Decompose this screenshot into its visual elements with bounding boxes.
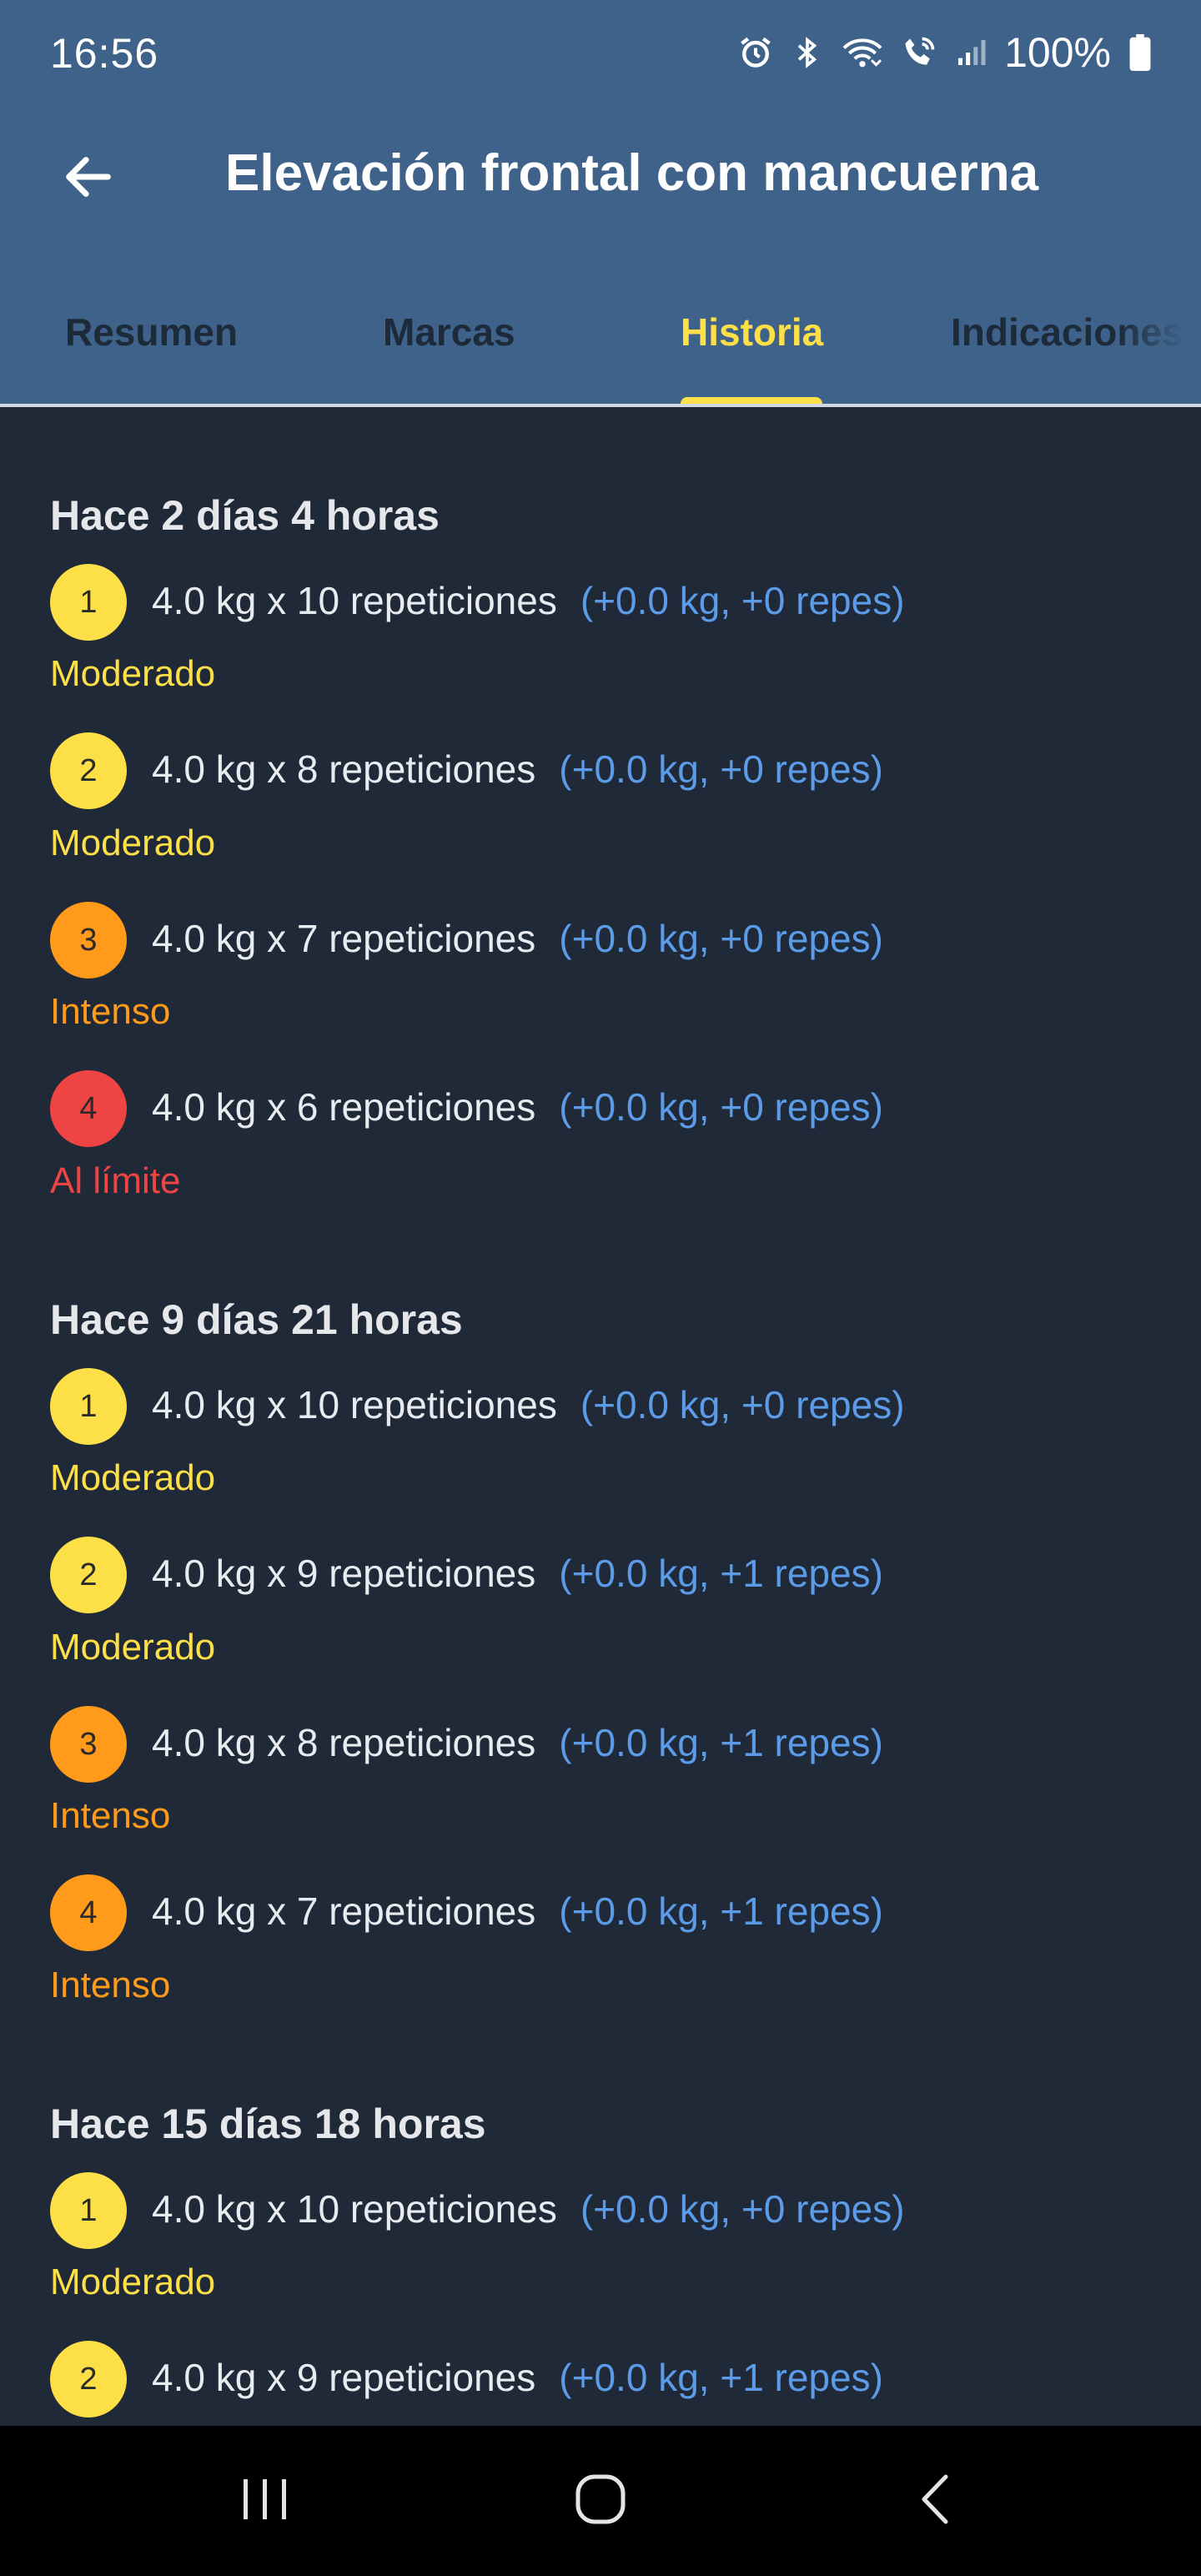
battery-icon: [1128, 33, 1153, 72]
set-text: 4.0 kg x 10 repeticiones (+0.0 kg, +0 rep…: [152, 1380, 905, 1430]
set-number-badge: 2: [50, 732, 127, 809]
set-delta: (+0.0 kg, +0 repes): [580, 579, 905, 622]
set-weight-reps: 4.0 kg x 9 repeticiones: [152, 1552, 536, 1595]
set-weight-reps: 4.0 kg x 7 repeticiones: [152, 1889, 536, 1933]
set-row: 3 4.0 kg x 7 repeticiones (+0.0 kg, +0 re…: [0, 902, 1201, 979]
set-weight-reps: 4.0 kg x 8 repeticiones: [152, 1721, 536, 1764]
set-row: 2 4.0 kg x 9 repeticiones (+0.0 kg, +1 re…: [0, 2341, 1201, 2418]
set-row: 1 4.0 kg x 10 repeticiones (+0.0 kg, +0 r…: [0, 2172, 1201, 2249]
status-bar: 16:56 100%: [0, 0, 1201, 105]
set-row: 1 4.0 kg x 10 repeticiones (+0.0 kg, +0 r…: [0, 564, 1201, 641]
battery-percent: 100%: [1004, 29, 1111, 76]
home-button[interactable]: [550, 2459, 651, 2543]
set-weight-reps: 4.0 kg x 8 repeticiones: [152, 747, 536, 791]
set-delta: (+0.0 kg, +1 repes): [559, 1889, 883, 1933]
set-number-badge: 4: [50, 1070, 127, 1147]
app-bar: Elevación frontal con mancuerna: [0, 105, 1201, 239]
set-text: 4.0 kg x 7 repeticiones (+0.0 kg, +1 repe…: [152, 1886, 883, 1936]
set-text: 4.0 kg x 8 repeticiones (+0.0 kg, +0 repe…: [152, 744, 883, 794]
set-effort: Intenso: [50, 1965, 171, 2005]
set-delta: (+0.0 kg, +0 repes): [580, 2187, 905, 2231]
status-icons: 100%: [737, 25, 1153, 80]
set-text: 4.0 kg x 7 repeticiones (+0.0 kg, +0 repe…: [152, 913, 883, 963]
tab-resumen[interactable]: Resumen: [65, 307, 238, 357]
set-number-badge: 1: [50, 564, 127, 641]
session-title: Hace 15 días 18 horas: [50, 2101, 486, 2147]
set-row: 3 4.0 kg x 8 repeticiones (+0.0 kg, +1 re…: [0, 1706, 1201, 1783]
wifi-icon: [841, 34, 884, 71]
session-title: Hace 9 días 21 horas: [50, 1296, 463, 1343]
set-text: 4.0 kg x 10 repeticiones (+0.0 kg, +0 rep…: [152, 576, 905, 626]
set-weight-reps: 4.0 kg x 10 repeticiones: [152, 1383, 557, 1426]
back-nav-button[interactable]: [886, 2459, 986, 2543]
set-delta: (+0.0 kg, +1 repes): [559, 1552, 883, 1595]
set-number-badge: 4: [50, 1874, 127, 1951]
bluetooth-icon: [791, 34, 824, 71]
tab-bar: Resumen Marcas Historia Indicaciones: [0, 284, 1201, 407]
arrow-back-icon: [59, 148, 118, 210]
system-nav-bar: [0, 2426, 1201, 2576]
set-number-badge: 3: [50, 1706, 127, 1783]
set-effort: Intenso: [50, 991, 171, 1032]
set-row: 2 4.0 kg x 9 repeticiones (+0.0 kg, +1 re…: [0, 1537, 1201, 1613]
set-text: 4.0 kg x 8 repeticiones (+0.0 kg, +1 repe…: [152, 1718, 883, 1768]
header: 16:56 100% Elevación frontal con mancuer…: [0, 0, 1201, 407]
set-effort: Moderado: [50, 2262, 216, 2302]
recent-apps-icon: [236, 2474, 294, 2528]
set-number-badge: 2: [50, 2341, 127, 2418]
set-effort: Intenso: [50, 1795, 171, 1836]
back-nav-icon: [911, 2470, 961, 2533]
set-number-badge: 3: [50, 902, 127, 979]
set-delta: (+0.0 kg, +0 repes): [580, 1383, 905, 1426]
signal-icon: [954, 34, 987, 71]
set-effort: Moderado: [50, 1457, 216, 1498]
page-title: Elevación frontal con mancuerna: [225, 144, 1039, 202]
set-number-badge: 1: [50, 2172, 127, 2249]
set-text: 4.0 kg x 9 repeticiones (+0.0 kg, +1 repe…: [152, 1548, 883, 1598]
home-icon: [571, 2470, 630, 2533]
set-weight-reps: 4.0 kg x 9 repeticiones: [152, 2356, 536, 2399]
set-effort: Al límite: [50, 1160, 181, 1201]
set-delta: (+0.0 kg, +1 repes): [559, 1721, 883, 1764]
set-effort: Moderado: [50, 1627, 216, 1668]
set-row: 4 4.0 kg x 6 repeticiones (+0.0 kg, +0 re…: [0, 1070, 1201, 1147]
set-delta: (+0.0 kg, +1 repes): [559, 2356, 883, 2399]
status-time: 16:56: [50, 30, 159, 77]
wifi-calling-icon: [901, 34, 937, 71]
set-effort: Moderado: [50, 823, 216, 863]
set-delta: (+0.0 kg, +0 repes): [559, 747, 883, 791]
set-row: 4 4.0 kg x 7 repeticiones (+0.0 kg, +1 re…: [0, 1874, 1201, 1951]
history-list[interactable]: Hace 2 días 4 horas 1 4.0 kg x 10 repeti…: [0, 407, 1201, 2426]
set-weight-reps: 4.0 kg x 10 repeticiones: [152, 579, 557, 622]
set-row: 1 4.0 kg x 10 repeticiones (+0.0 kg, +0 r…: [0, 1368, 1201, 1445]
app-screen: 16:56 100% Elevación frontal con mancuer…: [0, 0, 1201, 2576]
set-row: 2 4.0 kg x 8 repeticiones (+0.0 kg, +0 re…: [0, 732, 1201, 809]
set-text: 4.0 kg x 10 repeticiones (+0.0 kg, +0 rep…: [152, 2184, 905, 2234]
set-text: 4.0 kg x 9 repeticiones (+0.0 kg, +1 repe…: [152, 2352, 883, 2402]
set-delta: (+0.0 kg, +0 repes): [559, 917, 883, 960]
tab-overflow-fade: [1118, 284, 1201, 392]
set-weight-reps: 4.0 kg x 10 repeticiones: [152, 2187, 557, 2231]
set-effort: Moderado: [50, 653, 216, 694]
set-number-badge: 1: [50, 1368, 127, 1445]
set-weight-reps: 4.0 kg x 7 repeticiones: [152, 917, 536, 960]
set-weight-reps: 4.0 kg x 6 repeticiones: [152, 1085, 536, 1129]
tab-historia[interactable]: Historia: [681, 307, 823, 357]
alarm-icon: [737, 34, 774, 71]
session-title: Hace 2 días 4 horas: [50, 492, 440, 539]
tab-marcas[interactable]: Marcas: [383, 307, 515, 357]
set-text: 4.0 kg x 6 repeticiones (+0.0 kg, +0 repe…: [152, 1082, 883, 1132]
back-button[interactable]: [48, 138, 128, 219]
set-number-badge: 2: [50, 1537, 127, 1613]
set-delta: (+0.0 kg, +0 repes): [559, 1085, 883, 1129]
recent-apps-button[interactable]: [215, 2459, 315, 2543]
